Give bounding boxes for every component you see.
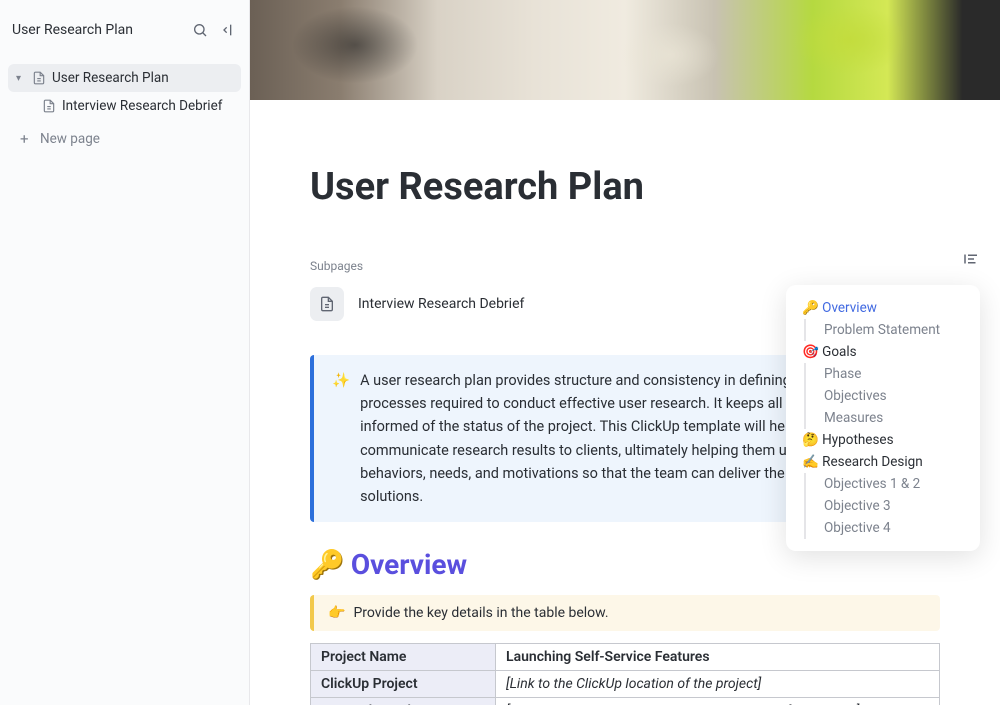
key-icon: 🔑	[310, 548, 345, 581]
details-table[interactable]: Project NameLaunching Self-Service Featu…	[310, 643, 940, 705]
table-row[interactable]: Project NameLaunching Self-Service Featu…	[311, 644, 940, 671]
table-cell-label[interactable]: Team Channel	[311, 698, 496, 705]
overview-heading[interactable]: 🔑 Overview	[310, 548, 940, 581]
sidebar-item-interview-debrief[interactable]: Interview Research Debrief	[8, 92, 241, 120]
subpage-link-label: Interview Research Debrief	[358, 296, 524, 312]
page-title[interactable]: User Research Plan	[310, 165, 940, 209]
sidebar-item-label: User Research Plan	[52, 70, 169, 86]
table-row[interactable]: ClickUp Project[Link to the ClickUp loca…	[311, 671, 940, 698]
sidebar: User Research Plan ▾ User Research Plan …	[0, 0, 250, 705]
sidebar-new-page[interactable]: + New page	[8, 124, 241, 154]
new-page-label: New page	[40, 131, 100, 147]
outline-item[interactable]: Objectives 1 & 2	[804, 473, 974, 495]
document-icon	[32, 71, 46, 85]
outline-toggle-icon[interactable]	[962, 250, 980, 268]
sparkles-icon: ✨	[332, 369, 350, 508]
cover-image[interactable]	[250, 0, 1000, 100]
plus-icon: +	[20, 130, 34, 148]
outline-item[interactable]: Measures	[804, 407, 974, 429]
outline-item[interactable]: Problem Statement	[804, 319, 974, 341]
overview-heading-text: Overview	[351, 548, 467, 581]
doc-title: User Research Plan	[12, 22, 133, 38]
sidebar-tree: ▾ User Research Plan Interview Research …	[0, 60, 249, 158]
outline-item[interactable]: 🤔 Hypotheses	[792, 429, 974, 451]
sidebar-item-label: Interview Research Debrief	[62, 98, 222, 114]
pointing-hand-icon: 👉	[328, 605, 345, 621]
table-cell-value[interactable]: [Link to the collaboration group chat/ch…	[496, 698, 940, 705]
outline-item[interactable]: Objectives	[804, 385, 974, 407]
sidebar-item-user-research-plan[interactable]: ▾ User Research Plan	[8, 64, 241, 92]
search-icon[interactable]	[191, 21, 209, 39]
document-icon	[42, 99, 56, 113]
document-icon	[310, 287, 344, 321]
sidebar-header: User Research Plan	[0, 0, 249, 60]
sidebar-header-actions	[191, 21, 237, 39]
main-content: User Research Plan Subpages Interview Re…	[250, 0, 1000, 705]
outline-item[interactable]: Phase	[804, 363, 974, 385]
subpages-label: Subpages	[310, 259, 940, 273]
table-cell-label[interactable]: Project Name	[311, 644, 496, 671]
hint-callout[interactable]: 👉 Provide the key details in the table b…	[310, 595, 940, 631]
outline-item[interactable]: Objective 3	[804, 495, 974, 517]
outline-item[interactable]: ✍️ Research Design	[792, 451, 974, 473]
table-cell-value[interactable]: Launching Self-Service Features	[496, 644, 940, 671]
outline-item[interactable]: 🎯 Goals	[792, 341, 974, 363]
table-cell-value[interactable]: [Link to the ClickUp location of the pro…	[496, 671, 940, 698]
collapse-sidebar-icon[interactable]	[219, 21, 237, 39]
outline-item[interactable]: 🔑 Overview	[792, 297, 974, 319]
table-row[interactable]: Team Channel[Link to the collaboration g…	[311, 698, 940, 705]
chevron-down-icon[interactable]: ▾	[16, 73, 26, 84]
content-body: User Research Plan Subpages Interview Re…	[250, 165, 1000, 705]
hint-text: Provide the key details in the table bel…	[353, 605, 608, 621]
outline-item[interactable]: Objective 4	[804, 517, 974, 539]
table-cell-label[interactable]: ClickUp Project	[311, 671, 496, 698]
outline-panel: 🔑 OverviewProblem Statement🎯 GoalsPhaseO…	[786, 285, 980, 551]
